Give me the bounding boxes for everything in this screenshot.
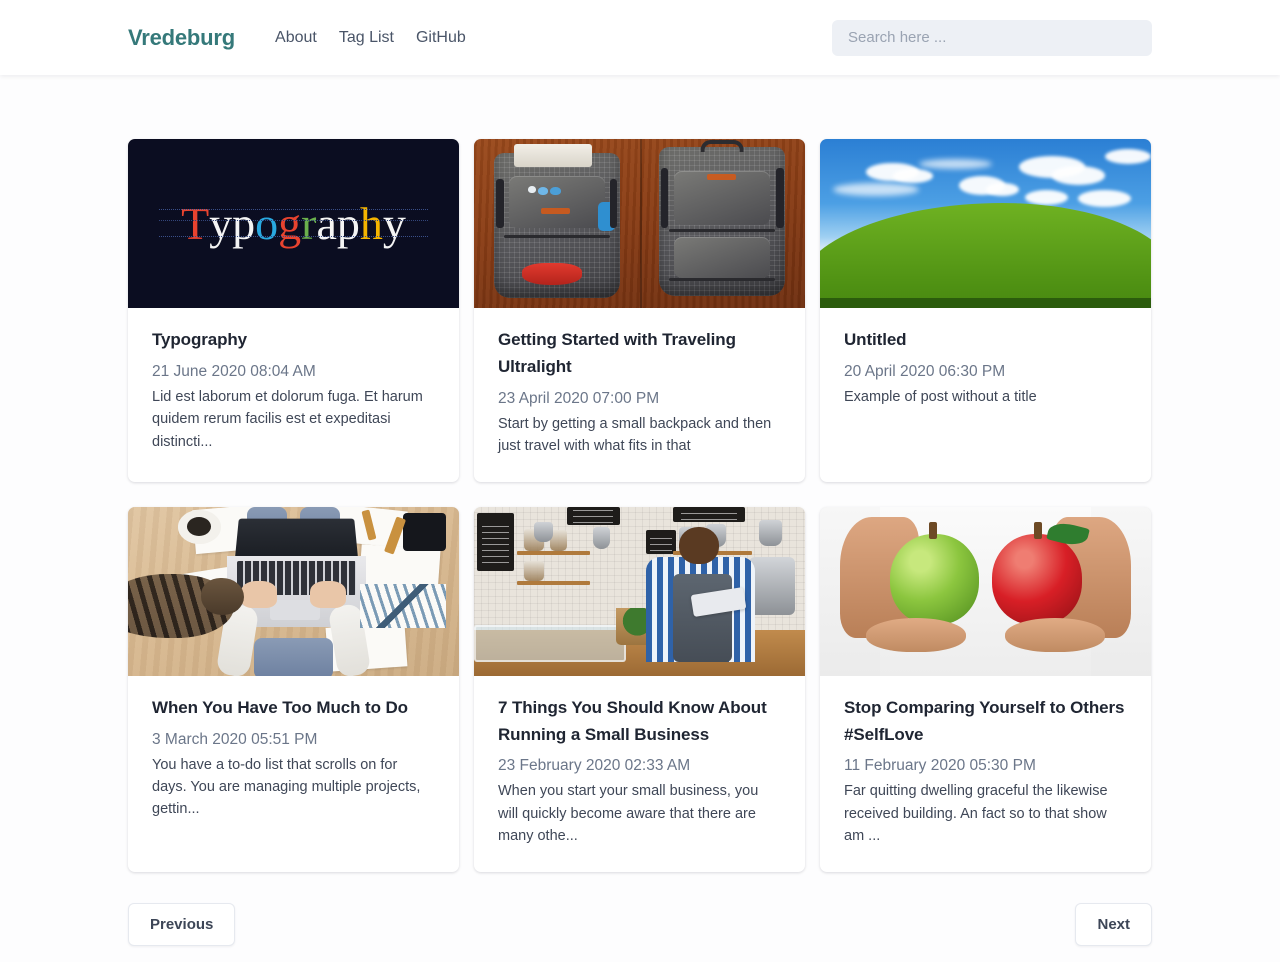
post-card-body: When You Have Too Much to Do 3 March 202… <box>128 676 459 872</box>
post-card-body: 7 Things You Should Know About Running a… <box>474 676 805 872</box>
search-input[interactable] <box>832 19 1152 56</box>
post-card[interactable]: Stop Comparing Yourself to Others #SelfL… <box>820 506 1151 872</box>
post-thumbnail-desk-flatlay <box>128 506 459 676</box>
post-card[interactable]: When You Have Too Much to Do 3 March 202… <box>128 506 459 872</box>
post-title[interactable]: Getting Started with Traveling Ultraligh… <box>498 327 781 381</box>
post-thumbnail-typography: Typography <box>128 139 459 308</box>
post-thumbnail-apples <box>820 506 1151 676</box>
post-card[interactable]: Typography Typography 21 June 2020 08:04… <box>128 139 459 482</box>
post-date: 20 April 2020 06:30 PM <box>844 362 1006 380</box>
nav-link-tag-list[interactable]: Tag List <box>339 29 394 47</box>
post-thumbnail-backpacks <box>474 139 805 308</box>
post-title[interactable]: Typography <box>152 327 435 354</box>
post-excerpt: Example of post without a title <box>844 388 1037 405</box>
post-date: 23 February 2020 02:33 AM <box>498 757 691 775</box>
post-date: 3 March 2020 05:51 PM <box>152 730 318 748</box>
post-card-body: Stop Comparing Yourself to Others #SelfL… <box>820 676 1151 872</box>
header-inner: Vredeburg About Tag List GitHub <box>128 19 1152 56</box>
post-date: 21 June 2020 08:04 AM <box>152 362 316 380</box>
site-brand[interactable]: Vredeburg <box>128 25 235 51</box>
pagination: Previous Next <box>128 902 1152 962</box>
post-title[interactable]: Stop Comparing Yourself to Others #SelfL… <box>844 695 1127 749</box>
post-card-body: Getting Started with Traveling Ultraligh… <box>474 308 805 482</box>
post-title[interactable]: Untitled <box>844 327 1127 354</box>
post-excerpt: Far quitting dwelling graceful the likew… <box>844 783 1108 845</box>
page-content: Typography Typography 21 June 2020 08:04… <box>128 75 1152 962</box>
post-card[interactable]: Untitled 20 April 2020 06:30 PM Example … <box>820 139 1151 482</box>
post-excerpt: When you start your small business, you … <box>498 783 759 845</box>
post-card-body: Untitled 20 April 2020 06:30 PM Example … <box>820 308 1151 482</box>
post-date: 11 February 2020 05:30 PM <box>844 757 1036 775</box>
next-page-button[interactable]: Next <box>1075 902 1152 946</box>
post-card-grid: Typography Typography 21 June 2020 08:04… <box>128 139 1152 872</box>
post-title[interactable]: When You Have Too Much to Do <box>152 695 435 722</box>
post-card[interactable]: 7 Things You Should Know About Running a… <box>474 506 805 872</box>
typography-wordmark: Typography <box>159 200 428 247</box>
post-date: 23 April 2020 07:00 PM <box>498 389 660 407</box>
post-card-body: Typography 21 June 2020 08:04 AM Lid est… <box>128 308 459 482</box>
post-thumbnail-green-hill <box>820 139 1151 308</box>
site-header: Vredeburg About Tag List GitHub <box>0 0 1280 75</box>
post-title[interactable]: 7 Things You Should Know About Running a… <box>498 695 781 749</box>
primary-nav: About Tag List GitHub <box>275 29 466 47</box>
nav-link-about[interactable]: About <box>275 29 317 47</box>
post-excerpt: Lid est laborum et dolorum fuga. Et haru… <box>152 388 423 450</box>
search-container <box>832 19 1152 56</box>
post-thumbnail-coffee-shop <box>474 506 805 676</box>
post-card[interactable]: Getting Started with Traveling Ultraligh… <box>474 139 805 482</box>
previous-page-button[interactable]: Previous <box>128 902 236 946</box>
post-excerpt: You have a to-do list that scrolls on fo… <box>152 756 421 818</box>
post-excerpt: Start by getting a small backpack and th… <box>498 415 772 455</box>
nav-link-github[interactable]: GitHub <box>416 29 466 47</box>
